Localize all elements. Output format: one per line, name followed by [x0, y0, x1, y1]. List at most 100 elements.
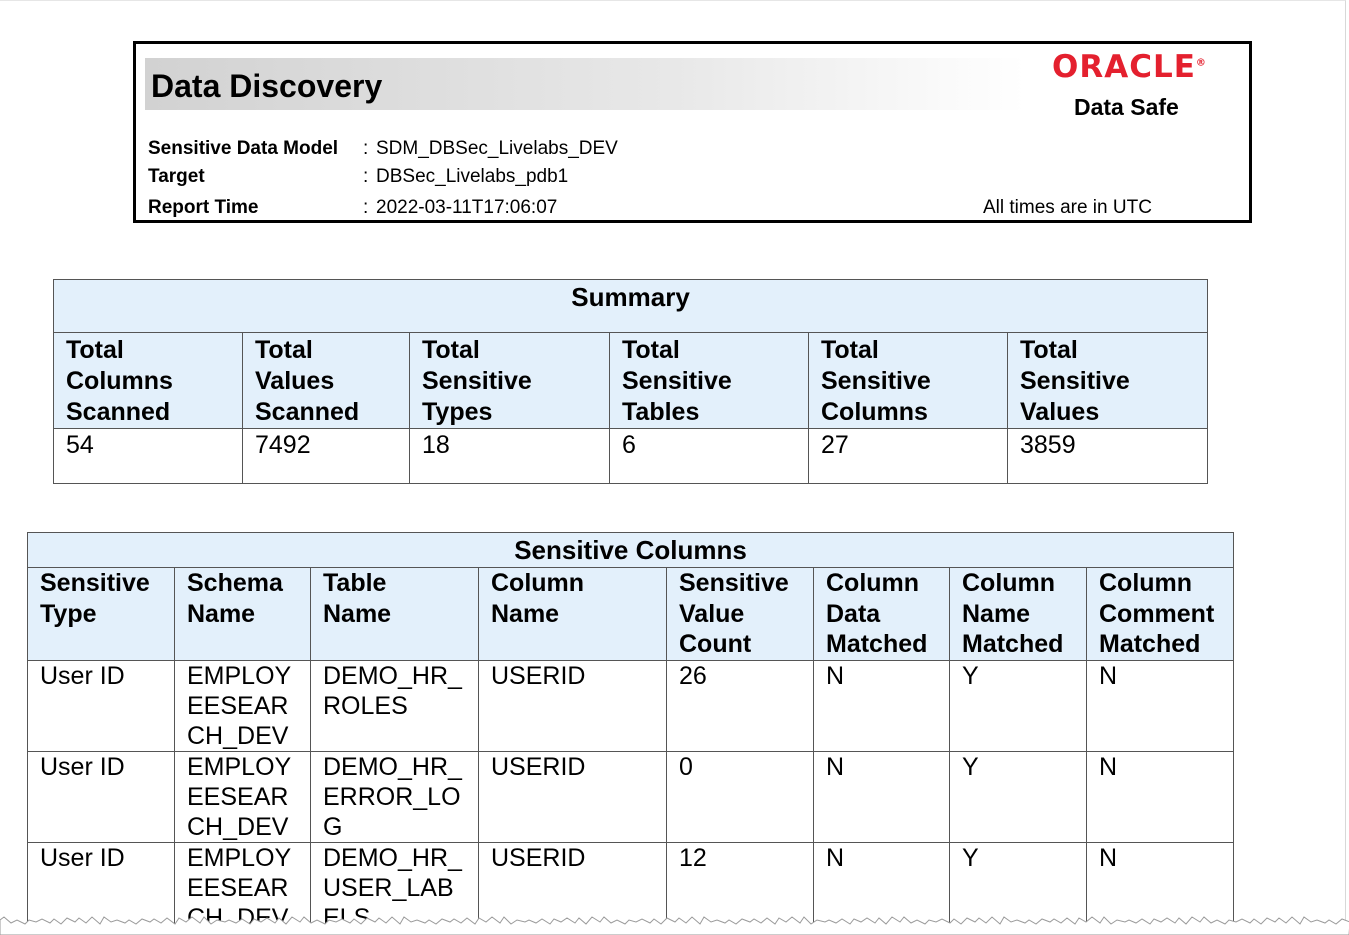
summary-header-line: Tables [622, 398, 700, 426]
table-cell-line: 0 [679, 753, 693, 781]
table-cell-line: 26 [679, 662, 707, 690]
table-cell-line: EESEAR [187, 874, 289, 902]
column-header-line: Sensitive [679, 569, 789, 597]
column-header-cell: Table Name [310, 567, 479, 661]
table-cell-line: USERID [491, 844, 586, 872]
column-header-line: Matched [962, 630, 1064, 658]
summary-header-line: Sensitive [1020, 367, 1130, 395]
table-cell: N [1086, 660, 1234, 752]
summary-header-line: Types [422, 398, 493, 426]
column-header-line: Count [679, 630, 752, 658]
meta-label: Report Time [148, 197, 259, 218]
summary-header-line: Total [821, 336, 879, 364]
meta-separator: : [363, 138, 369, 159]
meta-value: 2022-03-11T17:06:07 [376, 197, 558, 218]
table-cell: User ID [27, 660, 175, 752]
table-row: User ID EMPLOY EESEAR CH_DEV DEMO_HR_ ERROR_L… [27, 751, 1234, 843]
table-cell-line: User ID [40, 844, 125, 872]
column-header-line: Value [679, 599, 745, 628]
column-header-line: Matched [1099, 630, 1201, 658]
table-cell: Y [949, 751, 1087, 843]
table-cell-line: Y [962, 662, 979, 690]
column-header-line: Data [826, 599, 881, 628]
table-cell: DEMO_HR_ ROLES [310, 660, 479, 752]
sensitive-columns-table: Sensitive Columns Sensitive Type Schema Nam… [27, 532, 1234, 934]
summary-value-cell: 7492 [242, 428, 410, 484]
column-header-line: Table [323, 569, 387, 597]
column-header-line: Sensitive [40, 569, 150, 597]
product-name: Data Safe [1074, 94, 1179, 120]
summary-value-cell: 18 [409, 428, 610, 484]
column-header-line: Column [1099, 569, 1193, 597]
summary-caption: Summary [52, 279, 1209, 333]
table-cell-line: EESEAR [187, 692, 289, 720]
table-cell: DEMO_HR_ ERROR_LO G [310, 751, 479, 843]
table-cell-line: CH_DEV [187, 813, 289, 841]
table-cell-line: CH_DEV [187, 722, 289, 750]
summary-value-cell: 6 [609, 428, 809, 484]
column-header-cell: Column Name [478, 567, 667, 661]
summary-value-cell: 27 [808, 428, 1008, 484]
summary-header-line: Scanned [66, 398, 171, 426]
table-cell-line: USERID [491, 662, 586, 690]
table-cell-line: EMPLOY [187, 662, 292, 690]
summary-header-cell: Total Columns Scanned [53, 332, 243, 429]
meta-value: DBSec_Livelabs_pdb1 [376, 166, 569, 187]
table-cell: 0 [666, 751, 814, 843]
table-cell-line: User ID [40, 662, 125, 690]
summary-header-line: Sensitive [422, 367, 532, 395]
table-cell-line: N [1099, 844, 1118, 872]
column-header-cell: Column Name Matched [949, 567, 1087, 661]
summary-header-line: Values [1020, 398, 1100, 426]
summary-header-line: Columns [821, 398, 928, 426]
table-cell: User ID [27, 751, 175, 843]
table-cell: N [1086, 751, 1234, 843]
column-header-line: Schema [187, 569, 283, 597]
column-header-cell: Schema Name [174, 567, 311, 661]
table-cell: USERID [478, 660, 667, 752]
table-cell-line: EMPLOY [187, 753, 292, 781]
table-cell-line: USERID [491, 753, 586, 781]
report-title: Data Discovery [151, 68, 383, 104]
column-header-line: Type [40, 599, 97, 628]
column-header-line: Name [962, 599, 1031, 628]
column-header-line: Column [962, 569, 1056, 597]
column-header-cell: Sensitive Type [27, 567, 175, 661]
summary-header-line: Sensitive [622, 367, 732, 395]
table-cell-line: USER_LAB [323, 874, 454, 902]
summary-header-line: Values [255, 367, 335, 395]
meta-separator: : [363, 166, 369, 187]
sensitive-columns-caption: Sensitive Columns [27, 532, 1234, 568]
table-cell-line: Y [962, 844, 979, 872]
column-header-cell: Column Data Matched [813, 567, 950, 661]
summary-header-line: Total [255, 336, 313, 364]
summary-value-cell: 3859 [1006, 428, 1209, 484]
summary-header-line: Columns [66, 367, 173, 395]
table-cell-line: N [826, 753, 845, 781]
table-cell-line: EESEAR [187, 783, 289, 811]
timezone-note: All times are in UTC [983, 197, 1152, 218]
torn-page-edge [0, 916, 1349, 935]
table-cell: Y [949, 660, 1087, 752]
summary-value-cell: 54 [53, 428, 243, 484]
summary-header-line: Total [622, 336, 680, 364]
table-cell-line: DEMO_HR_ [323, 753, 462, 781]
table-cell: USERID [478, 751, 667, 843]
summary-header-line: Total [422, 336, 480, 364]
summary-table: Summary Total Columns Scanned Total Values Sc… [52, 279, 1209, 484]
summary-header-line: Total [66, 336, 124, 364]
column-header-line: Column [826, 569, 920, 597]
table-cell: EMPLOY EESEAR CH_DEV [174, 751, 311, 843]
table-cell-line: N [826, 662, 845, 690]
table-cell: N [813, 660, 950, 752]
table-cell-line: ROLES [323, 692, 408, 720]
summary-header-line: Sensitive [821, 367, 931, 395]
summary-header-cell: Total Sensitive Columns [808, 332, 1008, 429]
column-header-line: Comment [1099, 599, 1215, 628]
meta-value: SDM_DBSec_Livelabs_DEV [376, 138, 618, 159]
meta-label: Sensitive Data Model [148, 138, 339, 159]
summary-header-cell: Total Sensitive Values [1006, 332, 1209, 429]
summary-header-line: Scanned [255, 398, 360, 426]
summary-header-cell: Total Sensitive Tables [609, 332, 809, 429]
summary-header-cell: Total Sensitive Types [409, 332, 610, 429]
